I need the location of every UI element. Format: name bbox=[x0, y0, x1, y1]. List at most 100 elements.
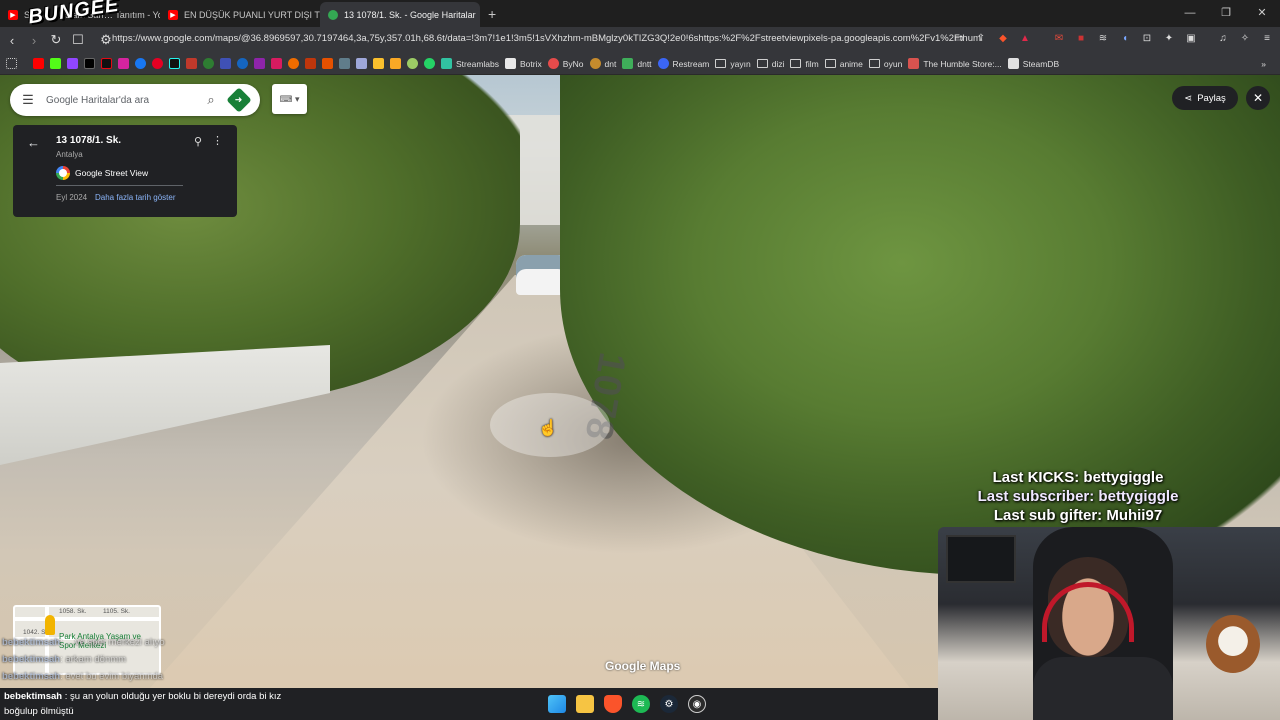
bookmark-restream[interactable]: Restream bbox=[657, 58, 709, 69]
share-button[interactable]: ⋖ Paylaş bbox=[1172, 86, 1238, 110]
bookmark-humble-store[interactable]: The Humble Store:... bbox=[908, 58, 1002, 69]
humble-icon bbox=[908, 58, 920, 69]
hand-cursor-icon: ☝ bbox=[538, 420, 558, 437]
botrix-icon bbox=[505, 58, 516, 69]
folder-icon bbox=[824, 59, 836, 68]
share-icon: ⋖ bbox=[1184, 92, 1193, 104]
more-dates-link[interactable]: Daha fazla tarih göster bbox=[95, 193, 176, 202]
bookmark-icon[interactable] bbox=[339, 58, 350, 69]
bookmark-icon[interactable] bbox=[390, 58, 401, 69]
keyboard-input-button[interactable]: ⌨ ▾ bbox=[272, 84, 307, 114]
close-icon[interactable]: ✕ bbox=[1246, 86, 1270, 110]
extension-icon[interactable]: ≋ bbox=[1096, 31, 1110, 45]
tab-label: EN DÜŞÜK PUANLI YURT DIŞI TURU bbox=[184, 9, 320, 20]
location-info-card: ← 13 1078/1. Sk. Antalya ⚲ ⋮ Google Stre… bbox=[13, 125, 237, 217]
steam-icon[interactable]: ⚙ bbox=[660, 695, 678, 713]
bookmark-folder-dizi[interactable]: dizi bbox=[756, 59, 784, 69]
twitch-bookmark-icon[interactable] bbox=[67, 58, 78, 69]
bookmark-icon[interactable]: ☐ bbox=[68, 32, 88, 48]
location-subtitle: Antalya bbox=[56, 150, 83, 159]
dntt-icon bbox=[622, 58, 634, 69]
file-explorer-icon[interactable] bbox=[576, 695, 594, 713]
reload-icon[interactable]: ↻ bbox=[46, 32, 66, 48]
search-input[interactable] bbox=[46, 94, 196, 106]
provider: Google Street View bbox=[56, 166, 148, 180]
bookmark-folder-yayin[interactable]: yayın bbox=[715, 59, 751, 69]
streamlabs-icon bbox=[441, 58, 452, 69]
whatsapp-bookmark-icon[interactable] bbox=[424, 58, 435, 69]
faded-chat: bebektimsah: …ve spor merkezi alıyo bebe… bbox=[2, 634, 302, 685]
tab-google-maps[interactable]: 13 1078/1. Sk. - Google Haritalar ✕ bbox=[320, 2, 480, 27]
bookmark-icon[interactable] bbox=[254, 58, 265, 69]
pinterest-bookmark-icon[interactable] bbox=[152, 58, 163, 69]
menu-icon[interactable]: ≡ bbox=[1260, 31, 1274, 45]
chat-latest-message: bebektimsah : şu an yolun olduğu yer bok… bbox=[0, 688, 560, 720]
instagram-bookmark-icon[interactable] bbox=[118, 58, 129, 69]
bookmark-dntt[interactable]: dntt bbox=[622, 58, 652, 69]
bookmark-icon[interactable] bbox=[322, 58, 333, 69]
sidebar-icon[interactable]: ▣ bbox=[1184, 31, 1198, 45]
kick-bookmark-icon[interactable] bbox=[50, 58, 61, 69]
arrow-left-icon[interactable]: ← bbox=[27, 135, 40, 150]
share-page-icon[interactable]: ⇪ bbox=[974, 31, 988, 45]
search-icon[interactable]: ⌕ bbox=[200, 92, 222, 108]
webcam-body bbox=[1033, 657, 1173, 720]
brave-rewards-icon[interactable]: ▲ bbox=[1018, 31, 1032, 45]
address-bar: ‹ › ↻ ☐ ⚙ https://www.google.com/maps/@3… bbox=[0, 27, 1280, 53]
brave-shield-icon[interactable]: ◆ bbox=[996, 31, 1010, 45]
pin-icon[interactable]: ⚲ bbox=[194, 135, 202, 148]
chat-text: : şu an yolun olduğu yer boklu bi dereyd… bbox=[64, 691, 282, 702]
directions-icon[interactable]: ➜ bbox=[226, 87, 252, 113]
bookmark-icon[interactable] bbox=[203, 58, 214, 69]
minimize-icon[interactable]: — bbox=[1172, 0, 1208, 27]
apps-grid-icon[interactable] bbox=[6, 58, 17, 69]
bookmark-icon[interactable] bbox=[220, 58, 231, 69]
spotify-icon[interactable]: ≋ bbox=[632, 695, 650, 713]
capture-date: Eyl 2024 bbox=[56, 193, 88, 202]
extension-icon[interactable]: ⊡ bbox=[1140, 31, 1154, 45]
leo-ai-icon[interactable]: ✧ bbox=[1238, 31, 1252, 45]
bookmark-icon[interactable] bbox=[356, 58, 367, 69]
bookmark-icon[interactable] bbox=[237, 58, 248, 69]
bookmark-icon[interactable] bbox=[373, 58, 384, 69]
bookmark-byno[interactable]: ByNo bbox=[547, 58, 584, 69]
gmail-icon[interactable]: ✉ bbox=[1052, 31, 1066, 45]
x-bookmark-icon[interactable] bbox=[84, 58, 95, 69]
tab-youtube-2[interactable]: ▶ EN DÜŞÜK PUANLI YURT DIŞI TURU bbox=[160, 2, 320, 27]
close-window-icon[interactable]: ✕ bbox=[1244, 0, 1280, 27]
bookmark-icon[interactable] bbox=[407, 58, 418, 69]
netflix-bookmark-icon[interactable] bbox=[101, 58, 112, 69]
minimap-street-label: 1105. Sk. bbox=[103, 608, 130, 615]
new-tab-button[interactable]: + bbox=[480, 6, 504, 27]
bookmark-icon[interactable] bbox=[288, 58, 299, 69]
bookmark-icon[interactable] bbox=[186, 58, 197, 69]
bookmarks-overflow-icon[interactable]: » bbox=[1261, 59, 1266, 69]
forward-icon[interactable]: › bbox=[24, 33, 44, 48]
bookmark-botrix[interactable]: Botrix bbox=[505, 58, 542, 69]
restore-icon[interactable]: ❐ bbox=[1208, 0, 1244, 27]
bookmark-folder-oyun[interactable]: oyun bbox=[868, 59, 902, 69]
bookmark-steamdb[interactable]: SteamDB bbox=[1007, 58, 1059, 69]
music-icon[interactable]: ♫ bbox=[1216, 31, 1230, 45]
extension-icon[interactable]: ■ bbox=[1074, 31, 1088, 45]
extension-icon[interactable]: ◖ bbox=[1118, 31, 1132, 45]
bookmark-icon[interactable] bbox=[305, 58, 316, 69]
extensions-puzzle-icon[interactable]: ✦ bbox=[1162, 31, 1176, 45]
more-vert-icon[interactable]: ⋮ bbox=[212, 134, 223, 147]
url-field[interactable]: https://www.google.com/maps/@36.8969597,… bbox=[112, 33, 982, 44]
brave-browser-icon[interactable] bbox=[604, 695, 622, 713]
bookmark-folder-anime[interactable]: anime bbox=[824, 59, 863, 69]
bookmark-icon[interactable] bbox=[271, 58, 282, 69]
back-icon[interactable]: ‹ bbox=[2, 33, 22, 48]
bookmark-streamlabs[interactable]: Streamlabs bbox=[441, 58, 499, 69]
obs-icon[interactable]: ◉ bbox=[688, 695, 706, 713]
bookmark-dnt[interactable]: dnt bbox=[589, 58, 616, 69]
windows-start-icon[interactable] bbox=[548, 695, 566, 713]
bookmark-folder-film[interactable]: film bbox=[790, 59, 819, 69]
cast-icon[interactable]: ▭ bbox=[952, 31, 966, 45]
tiktok-bookmark-icon[interactable] bbox=[169, 58, 180, 69]
youtube-bookmark-icon[interactable] bbox=[33, 58, 44, 69]
facebook-bookmark-icon[interactable] bbox=[135, 58, 146, 69]
webcam-overlay bbox=[938, 527, 1280, 720]
hamburger-icon[interactable]: ☰ bbox=[10, 92, 46, 108]
